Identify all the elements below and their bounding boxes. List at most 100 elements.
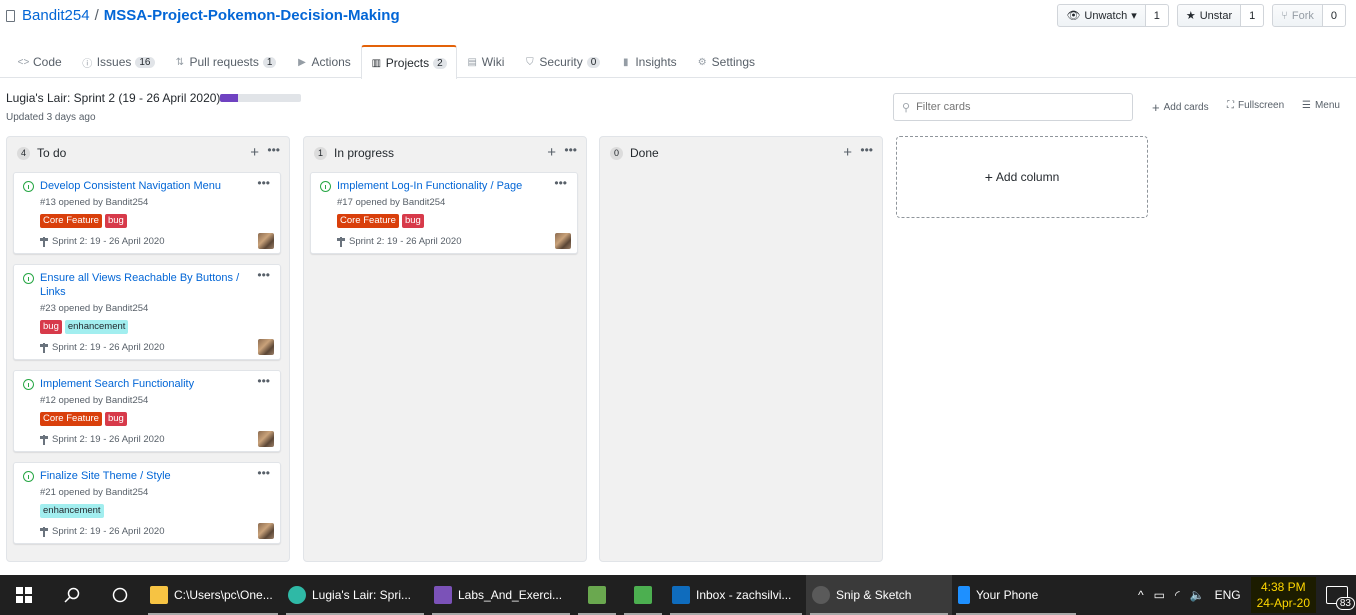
column-header: 1 In progress + ••• [304,137,586,169]
card[interactable]: Implement Log-In Functionality / Page ••… [310,172,578,254]
add-card-icon[interactable]: + [843,144,852,161]
avatar[interactable] [258,431,274,447]
unwatch-label: Unwatch [1084,9,1128,22]
wifi-icon[interactable]: ◜ [1175,588,1180,602]
taskbar-app-label: Labs_And_Exerci... [458,588,563,602]
battery-icon[interactable]: ▭ [1154,588,1165,602]
tab-projects[interactable]: ▥ Projects 2 [360,45,457,79]
add-cards-button[interactable]: + Add cards [1152,100,1209,115]
project-updated: Updated 3 days ago [6,112,96,123]
column-menu-icon[interactable]: ••• [564,143,577,157]
search-button[interactable] [48,575,96,615]
add-card-icon[interactable]: + [250,144,259,161]
avatar[interactable] [258,523,274,539]
repo-name-link[interactable]: MSSA-Project-Pokemon-Decision-Making [104,7,400,24]
volume-icon[interactable]: 🔈 [1190,588,1205,602]
tab-pull-requests[interactable]: ⇅ Pull requests 1 [165,45,287,78]
label-bug[interactable]: bug [401,214,424,228]
fullscreen-button[interactable]: ⛶ Fullscreen [1227,100,1284,111]
label-core-feature[interactable]: Core Feature [337,214,399,228]
card-title[interactable]: Develop Consistent Navigation Menu [40,179,250,193]
chevron-up-icon[interactable]: ^ [1138,588,1144,602]
card-milestone[interactable]: Sprint 2: 19 - 26 April 2020 [40,342,165,353]
fork-button[interactable]: ⑂ Fork [1272,4,1323,27]
fork-count[interactable]: 0 [1322,4,1346,27]
language-indicator[interactable]: ENG [1215,588,1241,602]
repo-icon [6,9,15,22]
menu-button[interactable]: ☰ Menu [1302,100,1340,111]
column-menu-icon[interactable]: ••• [267,143,280,157]
notification-icon[interactable]: 83 [1326,586,1355,610]
avatar[interactable] [258,339,274,355]
progress-fill [220,94,238,102]
taskbar-app-xml-tool[interactable] [574,575,620,615]
card-milestone[interactable]: Sprint 2: 19 - 26 April 2020 [337,236,462,247]
card-title[interactable]: Ensure all Views Reachable By Buttons / … [40,271,250,299]
unwatch-button[interactable]: 👁 Unwatch ▾ [1057,4,1146,27]
card-milestone[interactable]: Sprint 2: 19 - 26 April 2020 [40,526,165,537]
filter-cards-input[interactable] [916,101,1117,113]
tab-badge: 1 [262,56,277,68]
card[interactable]: Develop Consistent Navigation Menu ••• #… [13,172,281,254]
milestone-label: Sprint 2: 19 - 26 April 2020 [52,526,165,537]
taskbar-app-snip-sketch[interactable]: Snip & Sketch [806,575,952,615]
label-bug[interactable]: bug [40,320,62,334]
code-icon: <> [17,56,30,68]
watch-count[interactable]: 1 [1145,4,1169,27]
taskbar-app-notepad[interactable] [620,575,666,615]
tab-issues[interactable]: ⓘ Issues 16 [72,45,165,78]
taskbar-app-file-explorer[interactable]: C:\Users\pc\One... [144,575,282,615]
unstar-button[interactable]: ★ Unstar [1176,4,1242,27]
tab-security[interactable]: ⛉ Security 0 [514,45,610,78]
card-menu-icon[interactable]: ••• [257,466,270,480]
taskbar-app-your-phone[interactable]: Your Phone [952,575,1080,615]
card-menu-icon[interactable]: ••• [257,268,270,282]
avatar[interactable] [555,233,571,249]
tab-actions[interactable]: ▶ Actions [286,45,360,78]
clock[interactable]: 4:38 PM 24-Apr-20 [1250,577,1316,613]
label-enhancement[interactable]: enhancement [40,504,104,518]
avatar[interactable] [258,233,274,249]
fork-icon: ⑂ [1281,9,1288,22]
label-bug[interactable]: bug [104,214,127,228]
add-card-icon[interactable]: + [547,144,556,161]
repo-owner-link[interactable]: Bandit254 [22,7,90,24]
card-milestone[interactable]: Sprint 2: 19 - 26 April 2020 [40,434,165,445]
label-core-feature[interactable]: Core Feature [40,214,102,228]
taskbar-app-edge[interactable]: Lugia's Lair: Spri... [282,575,428,615]
card-menu-icon[interactable]: ••• [257,176,270,190]
card-menu-icon[interactable]: ••• [554,176,567,190]
add-column-button[interactable]: + Add column [896,136,1148,218]
taskbar-app-visual-studio[interactable]: Labs_And_Exerci... [428,575,574,615]
card-milestone[interactable]: Sprint 2: 19 - 26 April 2020 [40,236,165,247]
tab-insights[interactable]: ▮ Insights [610,45,686,78]
card-title[interactable]: Implement Log-In Functionality / Page [337,179,547,193]
tab-settings[interactable]: ⚙ Settings [687,45,765,78]
tab-label: Issues [96,55,132,69]
column-header: 4 To do + ••• [7,137,289,169]
column-to-do: 4 To do + ••• Develop Consistent Navigat… [6,136,290,562]
label-enhancement[interactable]: enhancement [64,320,129,334]
column-menu-icon[interactable]: ••• [860,143,873,157]
label-bug[interactable]: bug [104,412,127,426]
star-count[interactable]: 1 [1241,4,1265,27]
card-title[interactable]: Implement Search Functionality [40,377,250,391]
cortana-button[interactable] [96,575,144,615]
label-core-feature[interactable]: Core Feature [40,412,102,426]
taskbar-app-label: Lugia's Lair: Spri... [312,588,412,602]
card[interactable]: Implement Search Functionality ••• #12 o… [13,370,281,452]
card-menu-icon[interactable]: ••• [257,374,270,388]
windows-icon [16,587,32,603]
column-name: To do [37,146,67,160]
start-button[interactable] [0,575,48,615]
column-done: 0 Done + ••• [599,136,883,562]
tab-wiki[interactable]: ▤ Wiki [457,45,515,78]
filter-cards-field[interactable]: ⚲ [893,93,1133,121]
taskbar-app-outlook[interactable]: Inbox - zachsilvi... [666,575,806,615]
card-title[interactable]: Finalize Site Theme / Style [40,469,250,483]
card[interactable]: Finalize Site Theme / Style ••• #21 open… [13,462,281,544]
card[interactable]: Ensure all Views Reachable By Buttons / … [13,264,281,360]
tab-label: Wiki [481,55,505,69]
visual-studio-icon [434,586,452,604]
tab-code[interactable]: <> Code [8,45,72,78]
